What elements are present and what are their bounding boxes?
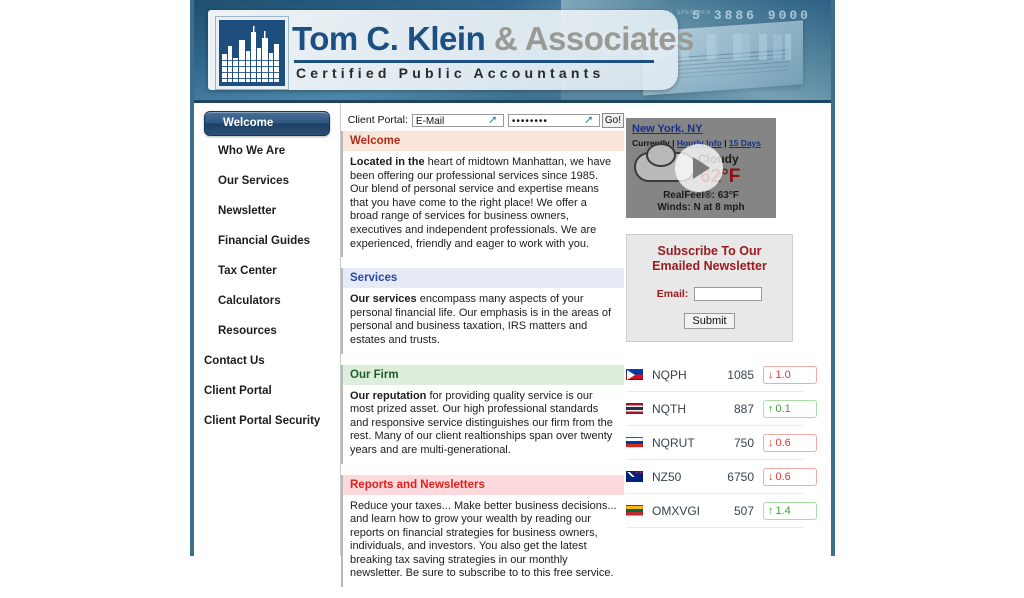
ticker-change-value: 0.6 [775,436,791,449]
weather-winds: Winds: N at 8 mph [657,202,745,213]
sidebar-item-welcome[interactable]: Welcome [204,111,330,136]
sidebar-item-calculators[interactable]: Calculators [194,286,340,316]
firm-name-primary: Tom C. Klein [292,20,486,57]
sidebar-navigation: Welcome Who We Are Our Services Newslett… [194,103,341,556]
ticker-change-value: 1.0 [775,368,791,381]
thailand-flag-icon [626,403,643,414]
newsletter-email-label: Email: [656,287,689,300]
ticker-value: 1085 [727,367,754,382]
ticker-symbol: NQPH [652,367,687,382]
newsletter-submit-button[interactable]: Submit [684,313,735,329]
header-check-number: 5 3886 9000 [692,8,811,23]
content-box-lead: Our services [350,293,417,306]
firm-name-secondary: Associates [524,20,695,57]
content-box-lead: Located in the [350,156,425,168]
play-icon[interactable] [675,144,723,192]
philippines-flag-icon [626,369,643,380]
skyline-logo-icon [216,17,288,89]
content-box-body: Reduce your taxes... Make better busines… [343,495,624,588]
sidebar-item-financial-guides[interactable]: Financial Guides [194,226,340,256]
ticker-change-badge: ↓ 0.6 [763,467,817,486]
new-zealand-flag-icon [626,470,643,482]
content-box-text: Reduce your taxes... Make better busines… [350,499,617,580]
weather-city-link[interactable]: New York, NY [632,123,703,135]
ticker-change-value: 1.4 [775,504,791,517]
firm-name-ampersand: & [493,20,518,57]
key-icon: ➚ [584,114,594,126]
ticker-symbol: NZ50 [652,469,682,484]
newsletter-email-input[interactable] [694,287,763,301]
ticker-value: 6750 [727,469,754,484]
content-box-welcome: Welcome Located in the heart of midtown … [341,131,624,258]
right-sidebar-column: New York, NY Currently | Hourly Info | 1… [626,118,817,528]
lithuania-flag-icon [626,505,643,516]
ticker-change-badge: ↑ 0.1 [763,399,817,418]
up-arrow-icon: ↑ [768,402,774,415]
client-portal-label: Client Portal: [347,114,408,126]
table-row[interactable]: NZ50 6750 ↓0.6 [626,460,817,494]
sidebar-item-our-services[interactable]: Our Services [194,166,340,196]
content-box-body: Located in the heart of midtown Manhatta… [343,151,624,257]
sidebar-item-newsletter[interactable]: Newsletter [194,196,340,226]
down-arrow-icon: ↓ [768,368,774,381]
ticker-change-badge: ↓ 1.0 [763,365,817,384]
ticker-change-badge: ↓ 0.6 [763,433,817,452]
sidebar-item-client-portal[interactable]: Client Portal [194,376,340,406]
ticker-change-value: 0.6 [775,470,791,483]
newsletter-title-line1: Subscribe To Our [657,244,762,258]
ticker-value: 507 [733,503,754,518]
page-body: Welcome Who We Are Our Services Newslett… [194,103,831,588]
content-box-title: Reports and Newsletters [343,474,624,495]
client-portal-login-bar: Client Portal: E-Mail ➚ •••••••• ➚ Go! [341,103,624,131]
content-box-title: Welcome [343,131,624,151]
content-box-title: Services [343,268,624,289]
table-row[interactable]: NQPH 1085 ↓ 1.0 [626,358,817,392]
weather-widget[interactable]: New York, NY Currently | Hourly Info | 1… [626,118,776,218]
ticker-value: 750 [733,435,754,450]
firm-subtitle: Certified Public Accountants [296,65,605,81]
ticker-symbol: NQTH [652,401,686,416]
weather-link-15days[interactable]: 15 Days [729,138,761,148]
skyline-svg [219,20,285,86]
content-box-lead: Our reputation [350,389,427,402]
content-box-title: Our Firm [343,364,624,385]
client-portal-go-button[interactable]: Go! [601,112,624,128]
logo-plate[interactable]: Tom C. Klein & Associates Certified Publ… [208,10,694,90]
sidebar-item-tax-center[interactable]: Tax Center [194,256,340,286]
stock-ticker-list: NQPH 1085 ↓ 1.0 NQTH 887 ↑ 0.1 NQRUT 750 ↓… [626,358,817,528]
down-arrow-icon: ↓ [768,470,774,483]
content-box-our-firm: Our Firm Our reputation for providing qu… [341,364,624,464]
ticker-value: 887 [733,401,754,416]
russia-flag-icon [626,437,643,448]
table-row[interactable]: OMXVGI 507 ↑ 1.4 [626,494,817,528]
ticker-symbol: NQRUT [652,435,695,450]
newsletter-email-row: Email: [627,287,792,301]
sidebar-item-resources[interactable]: Resources [194,316,340,346]
table-row[interactable]: NQRUT 750 ↓ 0.6 [626,426,817,460]
key-icon: ➚ [488,114,498,126]
table-row[interactable]: NQTH 887 ↑ 0.1 [626,392,817,426]
site-header: PRIN ALREADY AL SPECIMEN 5 3886 9000 [194,0,831,103]
content-box-reports-and-newsletters: Reports and Newsletters Reduce your taxe… [341,474,624,588]
ticker-change-value: 0.1 [775,402,791,415]
main-content-column: Client Portal: E-Mail ➚ •••••••• ➚ Go! W… [341,103,624,598]
sidebar-item-who-we-are[interactable]: Who We Are [194,136,340,166]
up-arrow-icon: ↑ [768,504,774,517]
weather-link-sep: | [721,138,729,148]
site-page: PRIN ALREADY AL SPECIMEN 5 3886 9000 [190,0,835,588]
content-box-body: Our services encompass many aspects of y… [343,288,624,353]
newsletter-subscribe-box: Subscribe To Our Emailed Newsletter Emai… [626,234,793,342]
content-box-text: heart of midtown Manhattan, we have been… [350,156,612,250]
sidebar-item-contact-us[interactable]: Contact Us [194,346,340,376]
sidebar-item-client-portal-security[interactable]: Client Portal Security [194,406,340,436]
firm-name: Tom C. Klein & Associates [292,22,694,56]
ticker-symbol: OMXVGI [652,503,701,518]
content-box-body: Our reputation for providing quality ser… [343,385,624,464]
down-arrow-icon: ↓ [768,436,774,449]
content-box-services: Services Our services encompass many asp… [341,268,624,354]
newsletter-title-line2: Emailed Newsletter [652,259,767,273]
logo-divider-rule [294,60,654,63]
ticker-change-badge: ↑ 1.4 [763,501,817,520]
